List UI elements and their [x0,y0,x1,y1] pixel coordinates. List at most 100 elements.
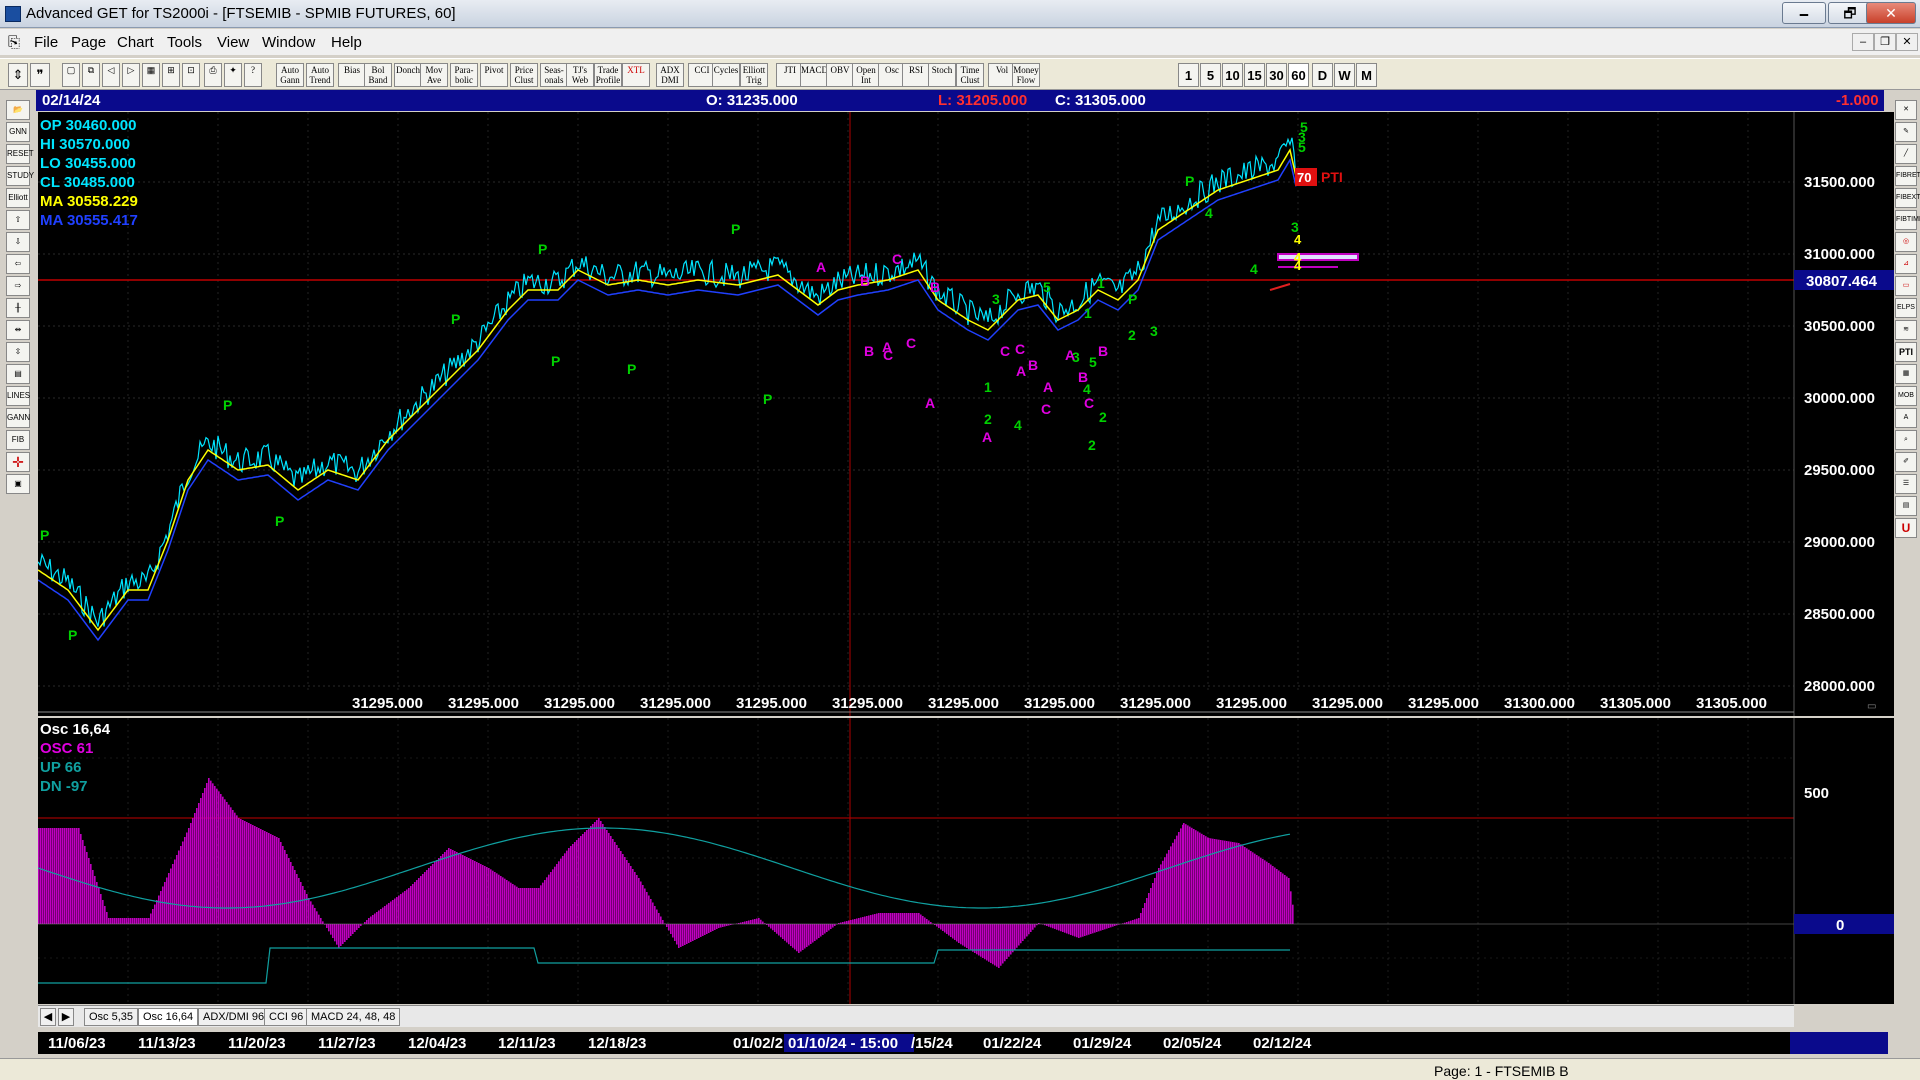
study-button-rsi[interactable]: RSI [902,63,930,87]
crosshair-icon[interactable]: ✛ [6,452,30,472]
elliott-tool-icon[interactable]: Elliott [6,188,30,208]
menu-file[interactable]: File [34,34,58,51]
study-tool-icon[interactable]: STUDY [6,166,34,186]
mdi-restore-button[interactable]: ❐ [1874,33,1896,51]
study-button-xtl[interactable]: XTL [622,63,650,87]
paint-icon[interactable]: ✐ [1895,452,1917,472]
pti-tool-icon[interactable]: PTI [1895,342,1917,362]
compress-icon[interactable]: ⇳ [6,342,30,362]
tab-scroll-left[interactable]: ◀ [40,1008,56,1026]
bulb-icon[interactable]: ✦ [224,63,242,87]
doc-icon[interactable]: ⎘ [8,34,20,51]
tab-macd[interactable]: MACD 24, 48, 48 [306,1008,401,1026]
report-icon[interactable]: ▤ [1895,496,1917,516]
list-icon[interactable]: ☰ [1895,474,1917,494]
text-tool-icon[interactable]: A [1895,408,1917,428]
tab-osc-5-35[interactable]: Osc 5,35 [84,1008,139,1026]
menu-page[interactable]: Page [71,34,106,51]
fib-tool-icon[interactable]: FIB [6,430,30,450]
arrow-right-icon[interactable]: ⇨ [6,276,30,296]
interval-button-1[interactable]: 1 [1178,63,1199,87]
pen-icon[interactable]: ✎ [1895,122,1917,142]
mob-tool-icon[interactable]: MOB [1895,386,1917,406]
quote-tool-icon[interactable]: ❞ [30,63,50,87]
study-button-para-bolic[interactable]: Para- bolic [450,63,478,87]
reset-tool-icon[interactable]: RESET [6,144,34,164]
study-button-pivot[interactable]: Pivot [480,63,508,87]
interval-button-w[interactable]: W [1334,63,1355,87]
interval-button-d[interactable]: D [1312,63,1333,87]
open-folder-icon[interactable]: 📂 [6,100,30,120]
lines-tool-icon[interactable]: LINES [6,386,30,406]
interval-button-m[interactable]: M [1356,63,1377,87]
study-button-price-clust[interactable]: Price Clust [510,63,538,87]
fib-ret-icon[interactable]: FIBRET [1895,166,1920,186]
tab-scroll-right[interactable]: ▶ [58,1008,74,1026]
close-button[interactable]: ✕ [1866,2,1916,24]
menu-window[interactable]: Window [262,34,315,51]
study-button-auto-trend[interactable]: Auto Trend [306,63,334,87]
oscillator-canvas[interactable]: Osc 16,64 OSC 61 UP 66 DN -97 500 0 [37,718,1894,1004]
table-icon[interactable]: ▤ [6,364,30,384]
fan-icon[interactable]: ⊿ [1895,254,1917,274]
line-icon[interactable]: ╱ [1895,144,1917,164]
interval-button-10[interactable]: 10 [1222,63,1243,87]
box-icon[interactable]: ▭ [1895,276,1917,296]
mdi-minimize-button[interactable]: – [1852,33,1874,51]
ellipse-icon[interactable]: ELPS [1895,298,1917,318]
study-button-auto-gann[interactable]: Auto Gann [276,63,304,87]
layout-icon[interactable]: ▦ [142,63,160,87]
grid-icon[interactable]: ⊞ [162,63,180,87]
new-icon[interactable]: ▢ [62,63,80,87]
cross-icon[interactable]: ✕ [1895,100,1917,120]
study-button-money-flow[interactable]: Money Flow [1012,63,1040,87]
mdi-close-button[interactable]: ✕ [1896,33,1918,51]
study-button-time-clust[interactable]: Time Clust [956,63,984,87]
grid-tool-icon[interactable]: ▦ [1895,364,1917,384]
interval-button-15[interactable]: 15 [1244,63,1265,87]
study-button-open-int[interactable]: Open Int [852,63,880,87]
zoom-icon[interactable]: ⊡ [182,63,200,87]
study-button-adx-dmi[interactable]: ADX DMI [656,63,684,87]
interval-button-5[interactable]: 5 [1200,63,1221,87]
bars-icon[interactable]: ╫ [6,298,30,318]
minimize-button[interactable]: 🗕 [1782,2,1826,24]
u-tool-icon[interactable]: U [1895,518,1917,538]
study-button-mov-ave[interactable]: Mov Ave [420,63,448,87]
study-button-seas-onals[interactable]: Seas- onals [540,63,568,87]
copy-icon[interactable]: ⧉ [82,63,100,87]
study-button-donch[interactable]: Donch [394,63,422,87]
cursor-tool-icon[interactable]: ⇕ [8,63,28,87]
menu-tools[interactable]: Tools [167,34,202,51]
price-chart[interactable]: PPPPPPPPPPPP12345123452344353521ABCACBAB… [37,112,1894,716]
tab-cci[interactable]: CCI 96 [264,1008,309,1026]
circle-icon[interactable]: ◎ [1895,232,1917,252]
back-icon[interactable]: ◁ [102,63,120,87]
menu-help[interactable]: Help [331,34,362,51]
print-icon[interactable]: ⎙ [204,63,222,87]
study-button-cycles[interactable]: Cycles [712,63,740,87]
oscillator-pane[interactable]: Osc 16,64 OSC 61 UP 66 DN -97 500 0 [37,718,1894,1004]
arrow-left-icon[interactable]: ⇦ [6,254,30,274]
help-pointer-icon[interactable]: ? [244,63,262,87]
scale-icon[interactable]: ▭ [1867,701,1876,712]
study-button-tj-s-web[interactable]: TJ's Web [566,63,594,87]
study-button-stoch[interactable]: Stoch [928,63,956,87]
study-button-elliott-trig[interactable]: Elliott Trig [740,63,768,87]
fib-ext-icon[interactable]: FIBEXT [1895,188,1920,208]
arrow-up-icon[interactable]: ⇧ [6,210,30,230]
tab-adx-dmi[interactable]: ADX/DMI 96 [198,1008,270,1026]
study-button-macd[interactable]: MACD [800,63,828,87]
fib-time-icon[interactable]: FIBTIME [1895,210,1920,230]
gann-tool-icon[interactable]: GNN [6,122,30,142]
menu-chart[interactable]: Chart [117,34,154,51]
interval-button-60[interactable]: 60 [1288,63,1309,87]
arrow-down-icon[interactable]: ⇩ [6,232,30,252]
study-button-bias[interactable]: Bias [338,63,366,87]
menu-view[interactable]: View [217,34,249,51]
study-button-trade-profile[interactable]: Trade Profile [594,63,622,87]
gann-fan-icon[interactable]: GANN [6,408,30,428]
page-icon[interactable]: ▣ [6,474,30,494]
expand-icon[interactable]: ⇹ [6,320,30,340]
interval-button-30[interactable]: 30 [1266,63,1287,87]
